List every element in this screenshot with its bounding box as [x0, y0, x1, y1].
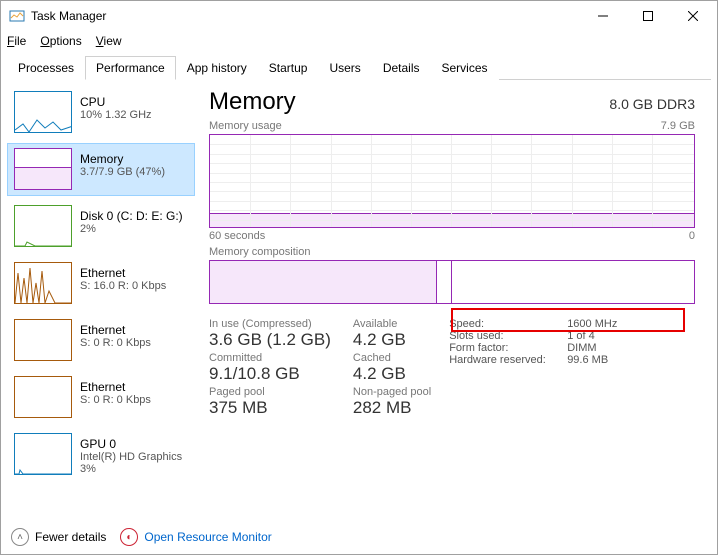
time-right: 0: [689, 230, 695, 242]
hw-reserved: 99.6 MB: [567, 354, 608, 366]
stat-available: 4.2 GB: [353, 330, 431, 350]
maximize-button[interactable]: [625, 1, 670, 30]
tab-app-history[interactable]: App history: [176, 56, 258, 80]
chevron-up-icon: ˄: [11, 528, 29, 546]
sidebar-item-gpu[interactable]: GPU 0Intel(R) HD Graphics3%: [7, 428, 195, 481]
sidebar: CPU10% 1.32 GHz Memory3.7/7.9 GB (47%) D…: [1, 80, 195, 510]
task-manager-window: Task Manager File Options View Processes…: [0, 0, 718, 555]
stat-cached: 4.2 GB: [353, 364, 431, 384]
resource-monitor-icon: ◐: [120, 528, 138, 546]
time-left: 60 seconds: [209, 230, 265, 242]
tab-bar: Processes Performance App history Startu…: [7, 55, 711, 80]
tab-users[interactable]: Users: [318, 56, 371, 80]
disk-thumb-icon: [14, 205, 72, 247]
sidebar-item-ethernet-3[interactable]: EthernetS: 0 R: 0 Kbps: [7, 371, 195, 424]
memory-stats: In use (Compressed)3.6 GB (1.2 GB) Avail…: [209, 318, 431, 418]
tab-details[interactable]: Details: [372, 56, 431, 80]
menubar: File Options View: [1, 31, 717, 51]
usage-max: 7.9 GB: [661, 120, 695, 132]
menu-file[interactable]: File: [7, 34, 26, 48]
window-title: Task Manager: [31, 9, 580, 23]
tab-performance[interactable]: Performance: [85, 56, 176, 80]
stat-nonpaged: 282 MB: [353, 398, 431, 418]
footer: ˄ Fewer details ◐ Open Resource Monitor: [11, 528, 272, 546]
titlebar[interactable]: Task Manager: [1, 1, 717, 31]
tab-processes[interactable]: Processes: [7, 56, 85, 80]
sidebar-item-disk[interactable]: Disk 0 (C: D: E: G:)2%: [7, 200, 195, 253]
sidebar-item-cpu[interactable]: CPU10% 1.32 GHz: [7, 86, 195, 139]
fewer-details-button[interactable]: ˄ Fewer details: [11, 528, 106, 546]
stat-paged: 375 MB: [209, 398, 331, 418]
gpu-thumb-icon: [14, 433, 72, 475]
tab-services[interactable]: Services: [431, 56, 499, 80]
ethernet-thumb-icon: [14, 376, 72, 418]
cpu-thumb-icon: [14, 91, 72, 133]
stat-committed: 9.1/10.8 GB: [209, 364, 331, 384]
close-button[interactable]: [670, 1, 715, 30]
ethernet-thumb-icon: [14, 262, 72, 304]
memory-capacity: 8.0 GB DDR3: [609, 96, 695, 112]
sidebar-item-memory[interactable]: Memory3.7/7.9 GB (47%): [7, 143, 195, 196]
composition-label: Memory composition: [209, 246, 310, 258]
usage-label: Memory usage: [209, 120, 282, 132]
menu-options[interactable]: Options: [40, 34, 81, 48]
menu-view[interactable]: View: [96, 34, 122, 48]
detail-panel: Memory 8.0 GB DDR3 Memory usage 7.9 GB fo…: [195, 80, 717, 510]
ethernet-thumb-icon: [14, 319, 72, 361]
tab-startup[interactable]: Startup: [258, 56, 319, 80]
minimize-button[interactable]: [580, 1, 625, 30]
open-resource-monitor-link[interactable]: ◐ Open Resource Monitor: [120, 528, 271, 546]
detail-title: Memory: [209, 88, 296, 116]
sidebar-item-ethernet-1[interactable]: EthernetS: 16.0 R: 0 Kbps: [7, 257, 195, 310]
hw-form: DIMM: [567, 342, 596, 354]
memory-hw-info: Speed:1600 MHz Slots used:1 of 4 Form fa…: [449, 318, 617, 418]
sidebar-item-ethernet-2[interactable]: EthernetS: 0 R: 0 Kbps: [7, 314, 195, 367]
memory-usage-chart: for(let i=1;i<10;i++)document.write('<di…: [209, 134, 695, 228]
stat-in-use: 3.6 GB (1.2 GB): [209, 330, 331, 350]
memory-composition-chart: [209, 260, 695, 304]
memory-thumb-icon: [14, 148, 72, 190]
highlight-box: [451, 308, 685, 332]
app-icon: [9, 8, 25, 24]
